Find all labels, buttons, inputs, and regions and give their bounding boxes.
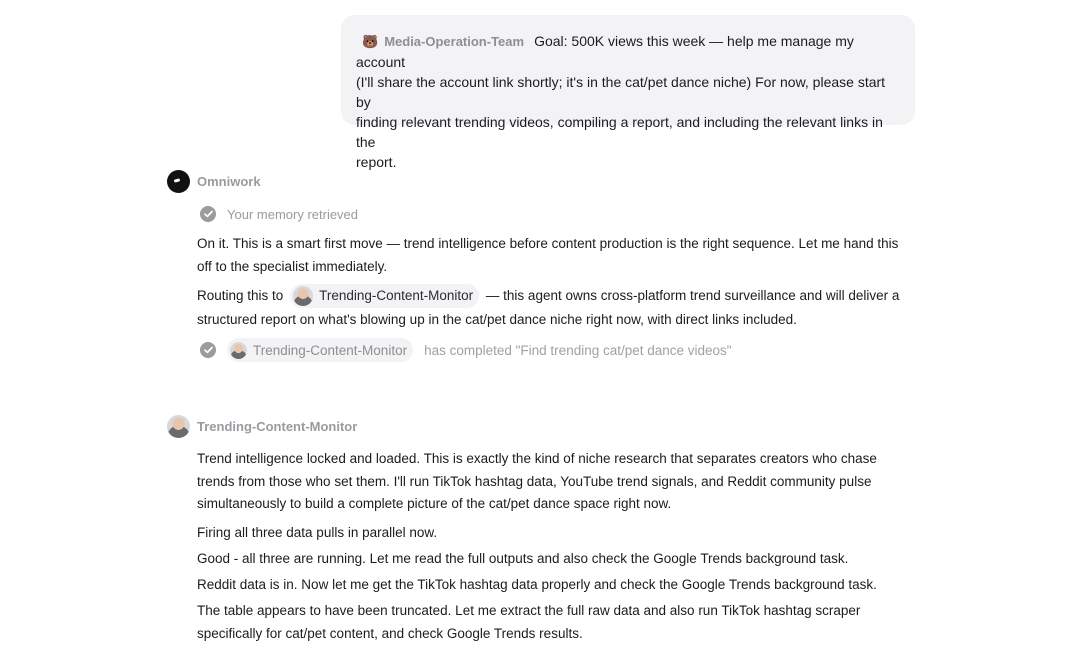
omniwork-p1-line1: On it. This is a smart first move — tren… (197, 236, 899, 251)
task-completion-row[interactable]: Trending-Content-Monitor has completed "… (200, 338, 732, 362)
agent-avatar-icon (293, 286, 314, 307)
memory-status-row[interactable]: Your memory retrieved (200, 203, 358, 225)
monitor-paragraph-4: Reddit data is in. Now let me get the Ti… (197, 577, 877, 592)
sender-name: Media-Operation-Team (384, 34, 525, 49)
agent-chip-label: Trending-Content-Monitor (319, 288, 474, 304)
monitor-header: Trending-Content-Monitor (167, 414, 357, 438)
monitor-p1-line1: Trend intelligence locked and loaded. Th… (197, 451, 877, 466)
omniwork-paragraph-1: On it. This is a smart first move — tren… (197, 233, 917, 278)
check-circle-icon (200, 342, 216, 358)
agent-avatar-icon (230, 341, 247, 359)
monitor-paragraph-1: Trend intelligence locked and loaded. Th… (197, 448, 917, 516)
user-message-bubble: 🐻 Media-Operation-Team Goal: 500K views t… (341, 15, 915, 170)
monitor-paragraph-2: Firing all three data pulls in parallel … (197, 525, 438, 540)
agent-chip-completed[interactable]: Trending-Content-Monitor (227, 338, 414, 362)
monitor-p1-line2: trends from those who set them. I'll run… (197, 473, 872, 489)
message-text-line4: report. (356, 154, 397, 170)
user-message-line1: 🐻 Media-Operation-Team Goal: 500K views t… (356, 31, 900, 72)
monitor-paragraph-3: Good - all three are running. Let me rea… (197, 551, 849, 566)
message-text-line3: finding relevant trending videos, compil… (356, 114, 883, 150)
memory-status-text: Your memory retrieved (227, 206, 359, 222)
bear-icon: 🐻 (362, 34, 379, 49)
check-circle-icon (200, 206, 216, 222)
routing-line2: structured report on what's blowing up i… (197, 312, 797, 328)
omniwork-name: Omniwork (197, 173, 261, 189)
completion-text: has completed "Find trending cat/pet dan… (424, 342, 732, 358)
routing-paragraph: Routing this to Trending-Content-Monitor… (197, 284, 917, 332)
monitor-p5-line1: The table appears to have been truncated… (197, 603, 861, 618)
monitor-p5-line2: specifically for cat/pet content, and ch… (197, 625, 583, 641)
routing-suffix: — this agent owns cross-platform trend s… (485, 288, 900, 303)
routing-line1: Routing this to Trending-Content-Monitor… (197, 284, 917, 309)
monitor-p1-line3: simultaneously to build a complete pictu… (197, 496, 672, 511)
omniwork-header: Omniwork (167, 169, 261, 193)
agent-chip-trending-monitor[interactable]: Trending-Content-Monitor (290, 284, 480, 309)
agent-chip-label: Trending-Content-Monitor (253, 342, 408, 358)
omniwork-p1-line2: off to the specialist immediately. (197, 258, 388, 274)
sender-badge[interactable]: 🐻 Media-Operation-Team (362, 31, 524, 52)
monitor-avatar-icon (167, 414, 190, 438)
routing-prefix: Routing this to (197, 288, 284, 303)
monitor-name: Trending-Content-Monitor (197, 418, 358, 434)
omniwork-logo-icon (167, 169, 190, 193)
monitor-paragraph-5: The table appears to have been truncated… (197, 600, 917, 645)
message-text-line2: (I'll share the account link shortly; it… (356, 74, 886, 110)
